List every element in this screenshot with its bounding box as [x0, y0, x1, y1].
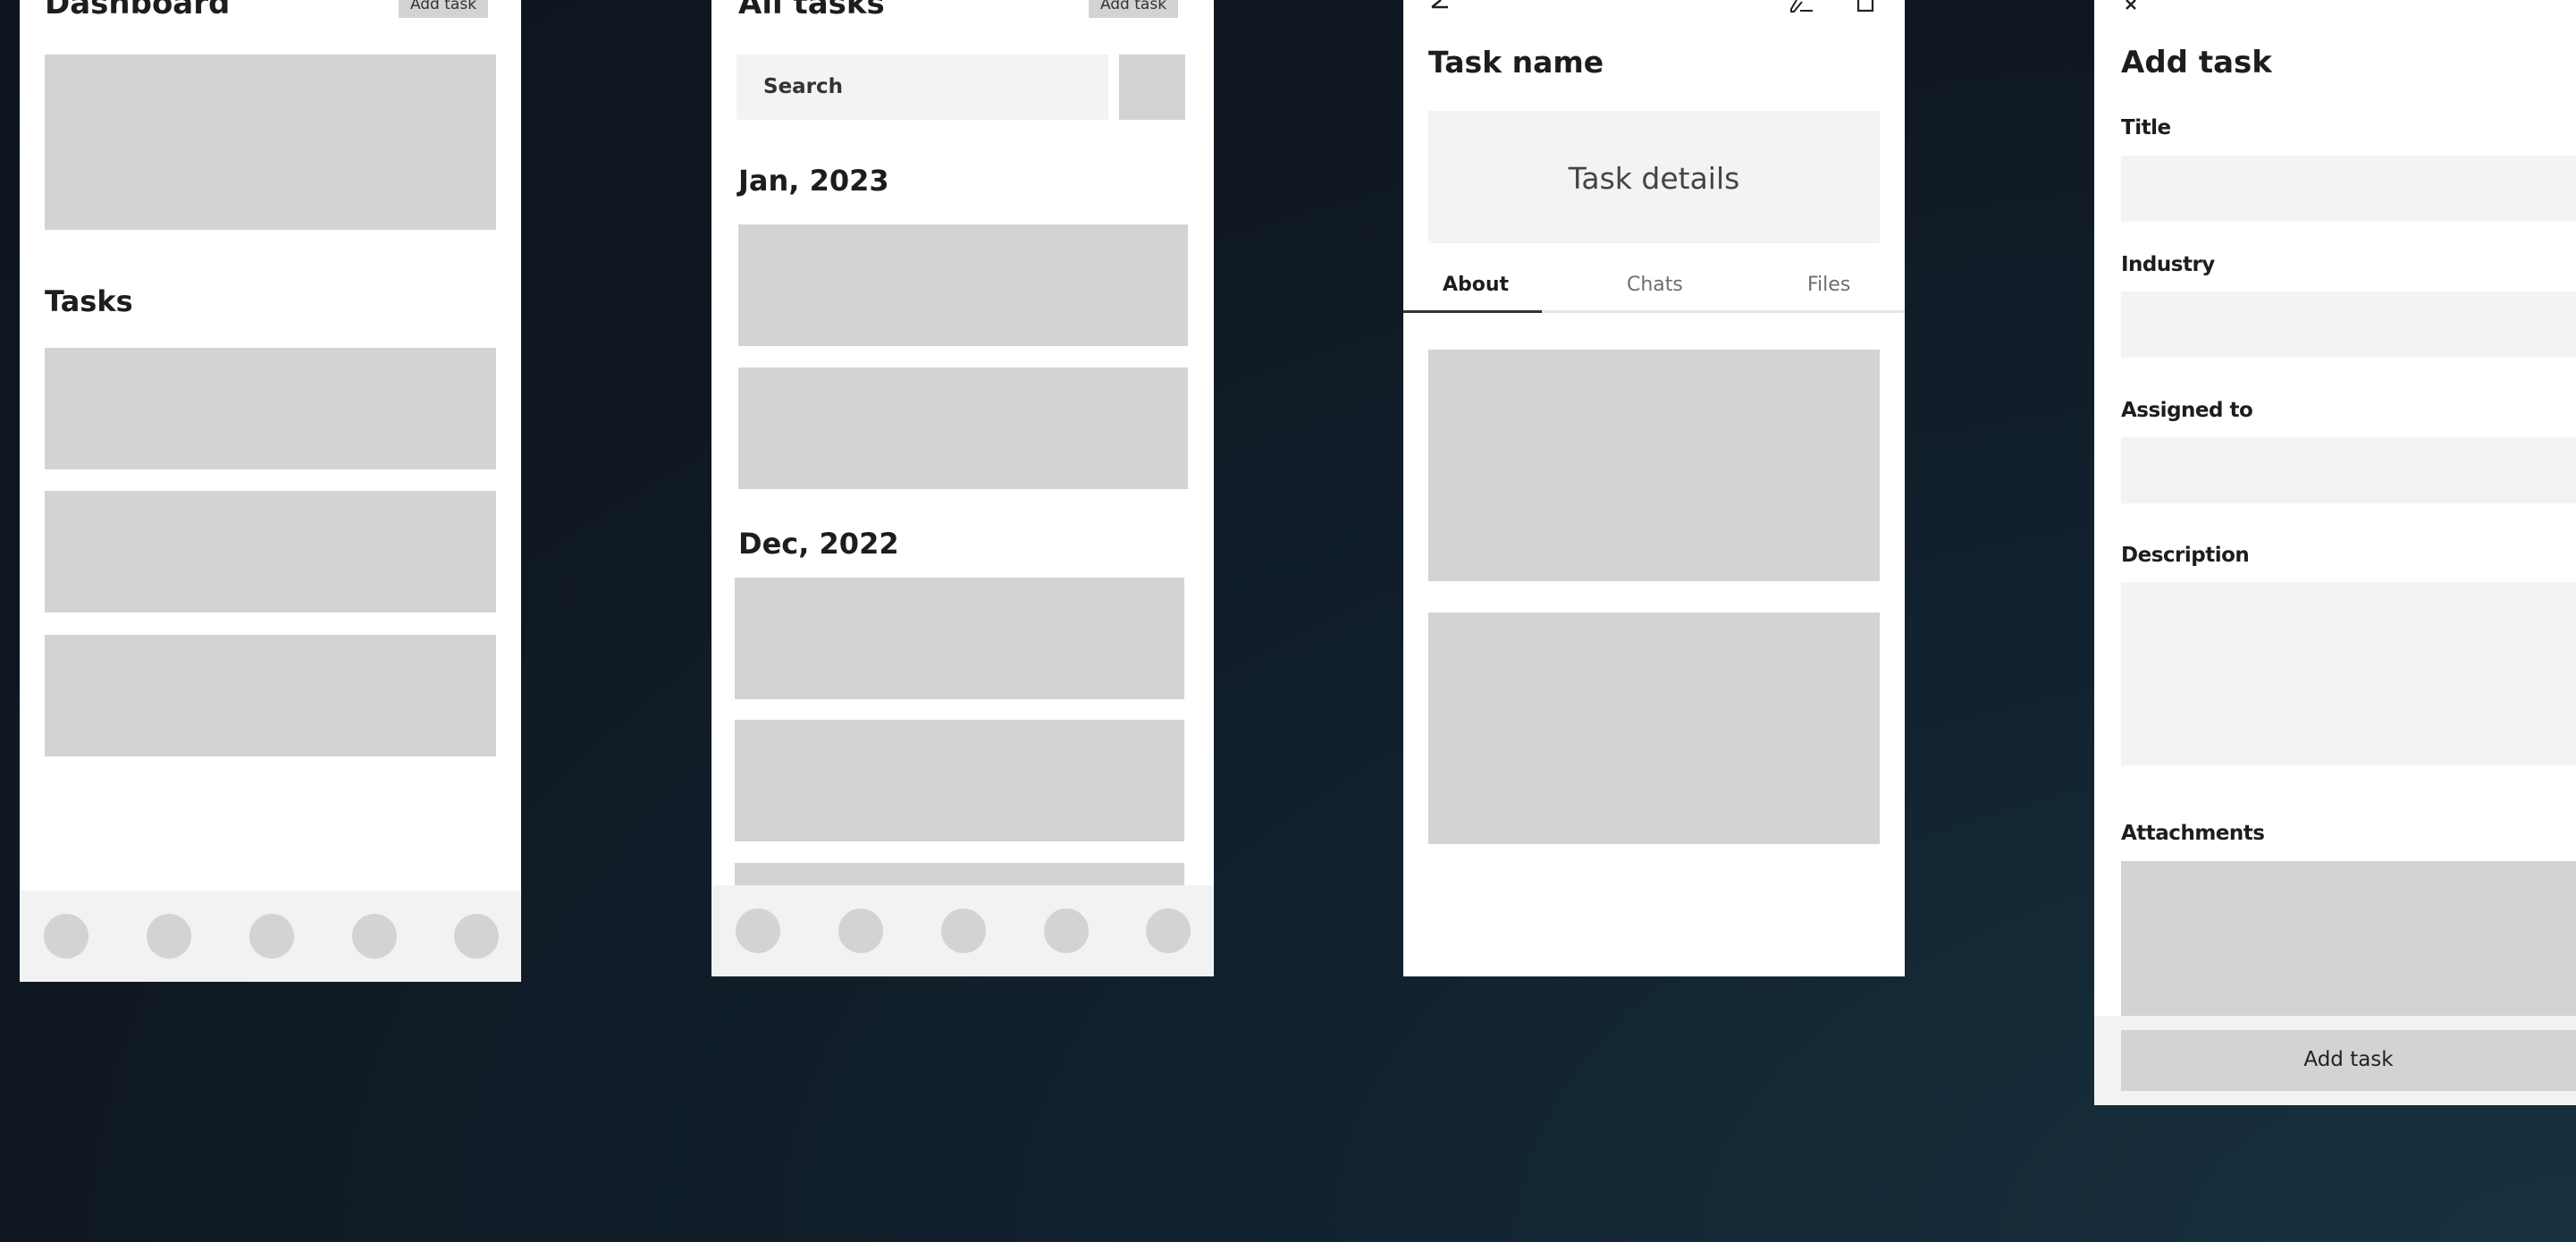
dashboard-summary-card[interactable] [45, 55, 496, 230]
about-content-block [1428, 350, 1880, 581]
bottom-navigation [711, 885, 1214, 976]
attachments-label: Attachments [2121, 822, 2265, 845]
back-arrow-icon[interactable] [1428, 0, 1452, 13]
dashboard-screen: Dashboard Add task Tasks [20, 0, 521, 982]
tab-files[interactable]: Files [1807, 274, 1850, 296]
task-card[interactable] [735, 578, 1184, 699]
industry-label: Industry [2121, 253, 2215, 276]
edit-icon[interactable] [1788, 0, 1814, 13]
dashboard-title: Dashboard [45, 0, 231, 21]
assigned-to-label: Assigned to [2121, 399, 2253, 422]
add-task-submit-label: Add task [2303, 1048, 2394, 1071]
task-card[interactable] [738, 368, 1188, 489]
tasks-heading: Tasks [45, 284, 133, 318]
add-task-button[interactable]: Add task [399, 0, 488, 18]
filter-button[interactable] [1119, 55, 1185, 120]
search-input[interactable]: Search [737, 55, 1108, 120]
tab-about[interactable]: About [1443, 274, 1509, 296]
task-card[interactable] [738, 224, 1188, 346]
group-heading-jan-2023: Jan, 2023 [738, 164, 889, 198]
nav-item-icon[interactable] [249, 914, 294, 959]
task-details-panel: Task details [1428, 111, 1880, 243]
group-heading-dec-2022: Dec, 2022 [738, 527, 899, 561]
description-textarea[interactable] [2121, 582, 2576, 765]
task-name-title: Task name [1428, 45, 1604, 80]
all-tasks-screen: All tasks Add task Search Jan, 2023 Dec,… [711, 0, 1214, 976]
tab-chats[interactable]: Chats [1627, 274, 1683, 296]
task-card[interactable] [45, 348, 496, 469]
nav-item-icon[interactable] [147, 914, 191, 959]
add-task-submit-button[interactable]: Add task [2121, 1030, 2576, 1091]
task-card[interactable] [45, 491, 496, 613]
search-placeholder: Search [763, 75, 844, 98]
title-input[interactable] [2121, 156, 2576, 222]
add-task-title: Add task [2121, 45, 2272, 80]
nav-item-icon[interactable] [44, 914, 88, 959]
description-label: Description [2121, 544, 2250, 567]
title-label: Title [2121, 116, 2171, 139]
nav-item-icon[interactable] [352, 914, 397, 959]
nav-item-icon[interactable] [838, 908, 883, 953]
attachments-dropzone[interactable] [2121, 861, 2576, 1016]
about-content-block [1428, 613, 1880, 844]
all-tasks-title: All tasks [738, 0, 885, 21]
close-icon[interactable] [2123, 0, 2142, 11]
task-details-label: Task details [1568, 161, 1740, 196]
nav-item-icon[interactable] [454, 914, 499, 959]
nav-item-icon[interactable] [1146, 908, 1191, 953]
bottom-navigation [20, 891, 521, 982]
add-task-button[interactable]: Add task [1089, 0, 1178, 18]
industry-input[interactable] [2121, 291, 2576, 358]
nav-item-icon[interactable] [736, 908, 780, 953]
tab-active-underline [1403, 310, 1542, 313]
nav-item-icon[interactable] [941, 908, 986, 953]
nav-item-icon[interactable] [1044, 908, 1089, 953]
task-detail-screen: Task name Task details About Chats Files [1403, 0, 1905, 976]
delete-icon[interactable] [1855, 0, 1876, 13]
task-card[interactable] [735, 720, 1184, 841]
task-card[interactable] [45, 635, 496, 756]
assigned-to-input[interactable] [2121, 437, 2576, 503]
add-task-screen: Add task Title Industry Assigned to Desc… [2094, 0, 2576, 1105]
